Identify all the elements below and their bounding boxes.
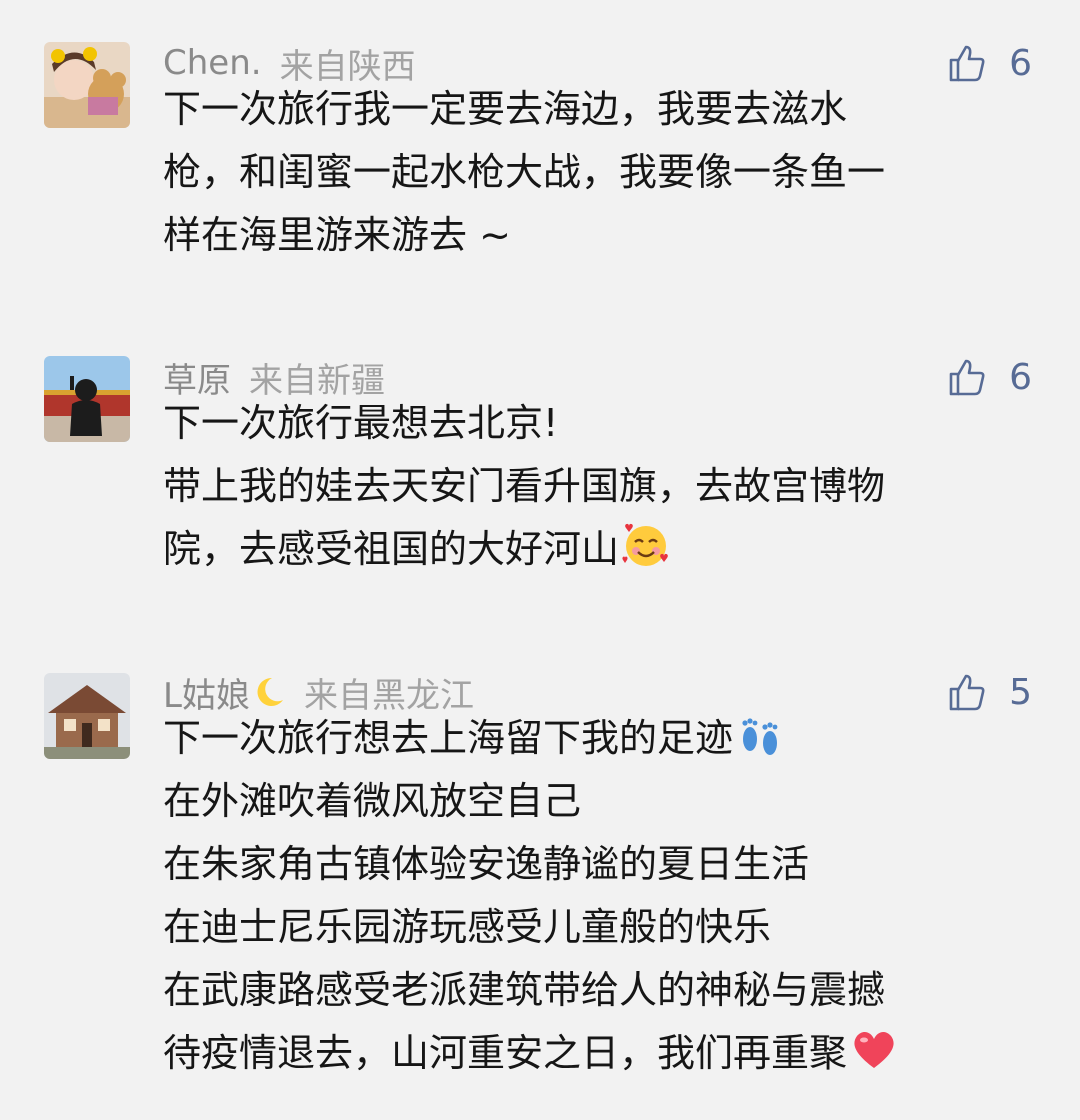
avatar[interactable]	[44, 42, 130, 128]
avatar-image	[44, 42, 130, 128]
thumbs-up-icon	[949, 359, 985, 396]
comment-line: 下一次旅行最想去北京!	[163, 401, 559, 445]
comment-line: 在武康路感受老派建筑带给人的神秘与震撼	[163, 968, 886, 1012]
comment-line: 在外滩吹着微风放空自己	[163, 779, 582, 823]
footprints-emoji	[742, 718, 778, 755]
nickname[interactable]: Chen.	[163, 43, 262, 83]
comment-line-text: 下一次旅行想去上海留下我的足迹	[163, 716, 734, 760]
comment-line: 待疫情退去，山河重安之日，我们再重聚	[163, 1022, 1043, 1085]
avatar-image	[44, 673, 130, 759]
comment-line-text: 院，去感受祖国的大好河山	[163, 527, 620, 571]
comment-line: 下一次旅行我一定要去海边，我要去滋水	[163, 87, 848, 131]
avatar-image	[44, 356, 130, 442]
crescent-moon-icon	[257, 677, 283, 706]
avatar[interactable]	[44, 356, 130, 442]
comment-line: 样在海里游来游去 ~	[163, 213, 511, 257]
comment-text: 下一次旅行我一定要去海边，我要去滋水 枪，和闺蜜一起水枪大战，我要像一条鱼一 样…	[163, 78, 1043, 267]
comment-text: 下一次旅行想去上海留下我的足迹 在外滩吹着微风放空自己 在朱家角古镇体验安逸静谧…	[163, 707, 1043, 1085]
comment-line: 枪，和闺蜜一起水枪大战，我要像一条鱼一	[163, 150, 886, 194]
avatar[interactable]	[44, 673, 130, 759]
comment-text: 下一次旅行最想去北京! 带上我的娃去天安门看升国旗，去故宫博物 院，去感受祖国的…	[163, 392, 1043, 581]
comment-line: 院，去感受祖国的大好河山	[163, 518, 1043, 581]
comment-line: 带上我的娃去天安门看升国旗，去故宫博物	[163, 464, 886, 508]
comment-line: 在迪士尼乐园游玩感受儿童般的快乐	[163, 905, 772, 949]
comment-line: 在朱家角古镇体验安逸静谧的夏日生活	[163, 842, 810, 886]
red-heart-emoji	[854, 1032, 894, 1068]
thumbs-up-icon	[949, 674, 985, 711]
smiling-face-with-hearts-emoji	[622, 523, 668, 566]
thumbs-up-icon	[949, 45, 985, 82]
comments-page: Chen. 来自陕西 6 下一次旅行我一定要去海边，我要去滋水 枪，和闺蜜一起水…	[0, 0, 1080, 1120]
comment-line-text: 待疫情退去，山河重安之日，我们再重聚	[163, 1031, 848, 1075]
comment-line: 下一次旅行想去上海留下我的足迹	[163, 707, 1043, 770]
